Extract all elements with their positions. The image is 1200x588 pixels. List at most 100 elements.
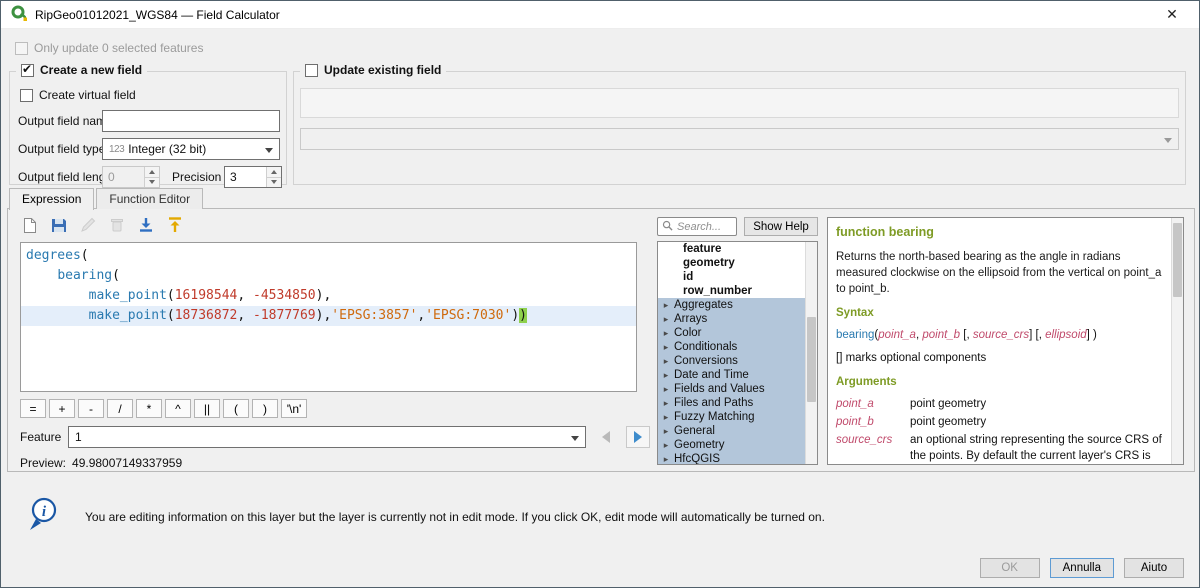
function-group-label: Conversions	[674, 354, 738, 368]
feature-select[interactable]: 1	[68, 426, 586, 448]
new-expression-icon[interactable]	[18, 213, 42, 237]
cancel-button[interactable]: Annulla	[1050, 558, 1114, 578]
update-existing-field-checkbox[interactable]	[305, 64, 318, 77]
expression-editor[interactable]: degrees( bearing( make_point(16198544, -…	[20, 242, 637, 392]
function-group[interactable]: ▸Conversions	[658, 354, 805, 368]
existing-field-select	[300, 128, 1179, 150]
function-group[interactable]: ▸Date and Time	[658, 368, 805, 382]
create-virtual-field-checkbox[interactable]: Create virtual field	[20, 88, 136, 102]
function-item-geometry[interactable]: geometry	[658, 256, 805, 270]
function-item-feature[interactable]: feature	[658, 242, 805, 256]
expand-arrow-icon: ▸	[658, 354, 674, 368]
function-group[interactable]: ▸Color	[658, 326, 805, 340]
create-new-field-group: Create a new field Create virtual field …	[9, 71, 287, 185]
function-help-panel: function bearing Returns the north-based…	[827, 217, 1184, 465]
next-feature-button[interactable]	[626, 426, 650, 448]
expression-tab-panel: degrees( bearing( make_point(16198544, -…	[7, 208, 1195, 472]
create-new-field-label: Create a new field	[40, 63, 142, 77]
previous-feature-button[interactable]	[594, 426, 618, 448]
expression-code: degrees( bearing( make_point(16198544, -…	[21, 243, 636, 326]
syntax-line: bearing(point_a, point_b [, source_crs] …	[836, 327, 1163, 343]
create-virtual-field-label: Create virtual field	[39, 88, 136, 102]
function-group[interactable]: ▸Fields and Values	[658, 382, 805, 396]
operator-button[interactable]: )	[252, 399, 278, 418]
field-calculator-window: RipGeo01012021_WGS84 — Field Calculator …	[0, 0, 1200, 588]
function-group[interactable]: ▸Geometry	[658, 438, 805, 452]
search-icon	[662, 220, 673, 234]
function-group-label: Geometry	[674, 438, 725, 452]
show-help-button[interactable]: Show Help	[744, 217, 818, 236]
arrow-left-icon	[602, 431, 610, 443]
operator-button[interactable]: /	[107, 399, 133, 418]
argument-description: an optional string representing the sour…	[910, 432, 1163, 464]
preview-label: Preview:	[20, 456, 66, 470]
help-description: Returns the north-based bearing as the a…	[836, 249, 1163, 297]
save-expression-icon[interactable]	[47, 213, 71, 237]
tab-expression[interactable]: Expression	[9, 188, 94, 210]
feature-row: Feature 1	[20, 426, 650, 448]
output-field-name-label: Output field name	[18, 114, 113, 128]
function-group-label: Files and Paths	[674, 396, 753, 410]
operator-button[interactable]: *	[136, 399, 162, 418]
help-button[interactable]: Aiuto	[1124, 558, 1184, 578]
function-list-scrollbar[interactable]	[805, 242, 817, 464]
function-item-id[interactable]: id	[658, 270, 805, 284]
window-title: RipGeo01012021_WGS84 — Field Calculator	[35, 8, 280, 22]
tab-function-editor[interactable]: Function Editor	[96, 188, 203, 209]
expand-arrow-icon: ▸	[658, 424, 674, 438]
operator-button[interactable]: ||	[194, 399, 220, 418]
integer-type-icon: 123	[109, 144, 124, 155]
operator-button[interactable]: +	[49, 399, 75, 418]
function-group[interactable]: ▸HfcQGIS	[658, 452, 805, 464]
help-syntax-heading: Syntax	[836, 305, 1163, 321]
search-input[interactable]	[677, 221, 732, 233]
operator-button[interactable]: ^	[165, 399, 191, 418]
export-expression-icon[interactable]	[163, 213, 187, 237]
expand-arrow-icon: ▸	[658, 298, 674, 312]
operator-bar: =+-/*^||()'\n'	[20, 399, 307, 418]
feature-label: Feature	[20, 430, 60, 444]
function-group[interactable]: ▸Conditionals	[658, 340, 805, 354]
delete-expression-icon	[105, 213, 129, 237]
operator-button[interactable]: '\n'	[281, 399, 307, 418]
code-line: make_point(16198544, -4534850),	[21, 286, 636, 306]
operator-button[interactable]: =	[20, 399, 46, 418]
precision-spinner[interactable]: 3	[224, 166, 282, 188]
only-update-label: Only update 0 selected features	[34, 41, 203, 55]
spinner-arrows-icon	[144, 167, 159, 187]
function-group[interactable]: ▸Files and Paths	[658, 396, 805, 410]
output-field-name-input[interactable]	[102, 110, 280, 132]
expression-toolbar	[18, 213, 187, 237]
function-group[interactable]: ▸Fuzzy Matching	[658, 410, 805, 424]
expand-arrow-icon: ▸	[658, 452, 674, 464]
precision-label: Precision	[172, 170, 221, 184]
function-list-panel: featuregeometryidrow_number▸Aggregates▸A…	[657, 241, 818, 465]
argument-row: source_crsan optional string representin…	[836, 432, 1163, 464]
expand-arrow-icon: ▸	[658, 438, 674, 452]
function-item-row_number[interactable]: row_number	[658, 284, 805, 298]
create-new-field-checkbox[interactable]	[21, 64, 34, 77]
operator-button[interactable]: (	[223, 399, 249, 418]
function-search[interactable]	[657, 217, 737, 236]
function-group[interactable]: ▸General	[658, 424, 805, 438]
scrollbar-thumb[interactable]	[807, 317, 816, 401]
qgis-logo-icon	[11, 5, 27, 24]
function-group-label: Fuzzy Matching	[674, 410, 755, 424]
help-arguments-heading: Arguments	[836, 374, 1163, 390]
update-existing-field-label: Update existing field	[324, 63, 441, 77]
output-field-type-select[interactable]: 123 Integer (32 bit)	[102, 138, 280, 160]
tab-bar: Expression Function Editor	[9, 188, 205, 210]
function-group[interactable]: ▸Arrays	[658, 312, 805, 326]
import-expression-icon[interactable]	[134, 213, 158, 237]
close-icon[interactable]	[1155, 6, 1189, 23]
spinner-arrows-icon	[266, 167, 281, 187]
help-scrollbar[interactable]	[1171, 218, 1183, 464]
operator-button[interactable]: -	[78, 399, 104, 418]
checkbox-unchecked-icon	[20, 89, 33, 102]
chevron-down-icon	[1164, 138, 1172, 143]
scrollbar-thumb[interactable]	[1173, 223, 1182, 297]
info-icon: i	[27, 496, 61, 535]
function-group[interactable]: ▸Aggregates	[658, 298, 805, 312]
ok-button[interactable]: OK	[980, 558, 1040, 578]
function-group-label: General	[674, 424, 715, 438]
